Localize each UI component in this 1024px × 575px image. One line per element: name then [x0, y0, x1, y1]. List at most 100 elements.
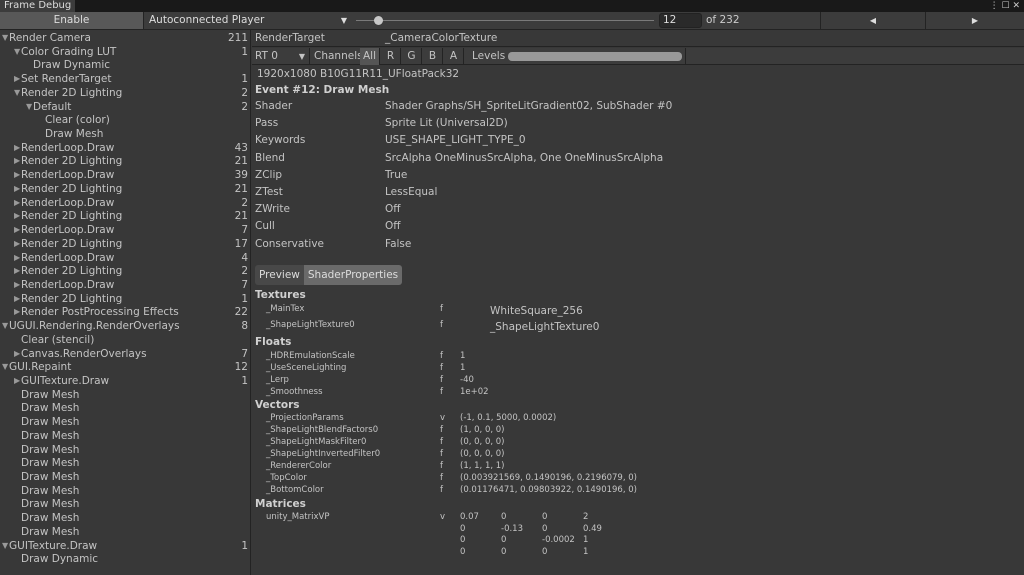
tree-item-count: 1	[241, 375, 248, 387]
tree-item-label: Draw Dynamic	[33, 59, 111, 72]
title-bar: Frame Debug ⋮ ☐ ✕	[0, 0, 1024, 12]
expanded-arrow-icon[interactable]: ▼	[26, 100, 32, 114]
tree-item[interactable]: ▼ Render 2D Lighting 2	[0, 86, 251, 100]
collapsed-arrow-icon[interactable]: ▶	[14, 374, 20, 388]
collapsed-arrow-icon[interactable]: ▶	[14, 141, 20, 155]
expanded-arrow-icon[interactable]: ▼	[14, 86, 20, 100]
channel-b[interactable]: B	[423, 48, 443, 65]
collapsed-arrow-icon[interactable]: ▶	[14, 278, 20, 292]
collapsed-arrow-icon[interactable]: ▶	[14, 154, 20, 168]
shader-prop-type: f	[440, 485, 443, 495]
event-slider[interactable]	[356, 20, 654, 21]
tree-item[interactable]: ▶ Render 2D Lighting 21	[0, 209, 251, 223]
tree-item[interactable]: Clear (color)	[0, 113, 251, 127]
tree-item[interactable]: ▶ Render 2D Lighting 17	[0, 237, 251, 251]
channel-g[interactable]: G	[402, 48, 422, 65]
window-tab[interactable]: Frame Debug	[0, 0, 76, 12]
tree-item[interactable]: ▶ RenderLoop.Draw 2	[0, 196, 251, 210]
levels-slider[interactable]	[508, 52, 682, 61]
collapsed-arrow-icon[interactable]: ▶	[14, 196, 20, 210]
tree-item[interactable]: ▶ RenderLoop.Draw 43	[0, 141, 251, 155]
shader-prop-value: (0.003921569, 0.1490196, 0.2196079, 0)	[460, 473, 637, 483]
event-title: Event #12: Draw Mesh	[255, 84, 390, 96]
prev-event-button[interactable]: ◀	[820, 12, 925, 29]
tree-item[interactable]: Draw Mesh	[0, 497, 251, 511]
collapsed-arrow-icon[interactable]: ▶	[14, 305, 20, 319]
collapsed-arrow-icon[interactable]: ▶	[14, 292, 20, 306]
tree-item[interactable]: Draw Mesh	[0, 484, 251, 498]
tree-item[interactable]: ▼ Color Grading LUT 1	[0, 45, 251, 59]
collapsed-arrow-icon[interactable]: ▶	[14, 237, 20, 251]
tree-item-count: 21	[234, 182, 248, 195]
tree-item[interactable]: ▶ Canvas.RenderOverlays 7	[0, 347, 251, 361]
property-value: False	[385, 237, 412, 250]
player-dropdown[interactable]: Autoconnected Player ▼	[146, 12, 350, 29]
property-value: SrcAlpha OneMinusSrcAlpha, One OneMinusS…	[385, 151, 664, 164]
shader-prop-name: _Smoothness	[266, 387, 323, 397]
tree-item[interactable]: Draw Mesh	[0, 429, 251, 443]
slider-knob[interactable]	[373, 16, 383, 25]
tree-item[interactable]: Draw Mesh	[0, 388, 251, 402]
tree-item-count: 12	[234, 361, 248, 374]
tree-item[interactable]: Draw Mesh	[0, 127, 251, 141]
tree-item[interactable]: Draw Mesh	[0, 511, 251, 525]
tree-item[interactable]: ▶ RenderLoop.Draw 39	[0, 168, 251, 182]
expanded-arrow-icon[interactable]: ▼	[2, 319, 8, 333]
collapsed-arrow-icon[interactable]: ▶	[14, 264, 20, 278]
next-event-button[interactable]: ▶	[925, 12, 1024, 29]
event-index-input[interactable]: 12	[659, 13, 702, 28]
channel-r[interactable]: R	[381, 48, 401, 65]
shader-prop-value: (1, 1, 1, 1)	[460, 461, 505, 471]
tree-item[interactable]: ▶ Set RenderTarget 1	[0, 72, 251, 86]
collapsed-arrow-icon[interactable]: ▶	[14, 251, 20, 265]
channel-a[interactable]: A	[444, 48, 464, 65]
collapsed-arrow-icon[interactable]: ▶	[14, 72, 20, 86]
tree-item[interactable]: ▶ RenderLoop.Draw 4	[0, 251, 251, 265]
tree-item[interactable]: ▶ Render 2D Lighting 2	[0, 264, 251, 278]
enable-button[interactable]: Enable	[0, 12, 144, 29]
tree-item[interactable]: ▼ Render Camera 211	[0, 31, 251, 45]
tree-item-count: 2	[241, 265, 248, 278]
collapsed-arrow-icon[interactable]: ▶	[14, 223, 20, 237]
tree-item[interactable]: ▼ Default 2	[0, 100, 251, 114]
tree-item[interactable]: ▶ Render 2D Lighting 1	[0, 292, 251, 306]
tree-item[interactable]: ▶ Render 2D Lighting 21	[0, 154, 251, 168]
tree-item-count: 43	[234, 141, 248, 154]
shader-prop-type: f	[440, 449, 443, 459]
shader-prop-name: _BottomColor	[266, 485, 324, 495]
channel-all[interactable]: All	[360, 48, 380, 65]
collapsed-arrow-icon[interactable]: ▶	[14, 209, 20, 223]
tree-item-label: Render 2D Lighting	[21, 265, 123, 278]
tree-item[interactable]: ▶ Render PostProcessing Effects 22	[0, 305, 251, 319]
collapsed-arrow-icon[interactable]: ▶	[14, 347, 20, 361]
tree-item[interactable]: Draw Dynamic	[0, 58, 251, 72]
rt-dropdown[interactable]: RT 0 ▼	[252, 48, 310, 65]
tree-item[interactable]: Draw Mesh	[0, 401, 251, 415]
tree-item[interactable]: Draw Mesh	[0, 470, 251, 484]
tree-item[interactable]: ▶ RenderLoop.Draw 7	[0, 278, 251, 292]
tree-item[interactable]: ▼ GUITexture.Draw 1	[0, 539, 251, 553]
tree-item[interactable]: ▼ UGUI.Rendering.RenderOverlays 8	[0, 319, 251, 333]
expanded-arrow-icon[interactable]: ▼	[2, 539, 8, 553]
event-tree[interactable]: ▼ Render Camera 211 ▼ Color Grading LUT 1 Draw…	[0, 30, 251, 575]
shader-prop-type: f	[440, 363, 443, 373]
tree-item[interactable]: ▶ GUITexture.Draw 1	[0, 374, 251, 388]
tree-item[interactable]: Draw Mesh	[0, 443, 251, 457]
tree-item[interactable]: ▶ RenderLoop.Draw 7	[0, 223, 251, 237]
collapsed-arrow-icon[interactable]: ▶	[14, 168, 20, 182]
expanded-arrow-icon[interactable]: ▼	[2, 31, 8, 45]
tree-item[interactable]: Draw Mesh	[0, 415, 251, 429]
tree-item[interactable]: ▶ Render 2D Lighting 21	[0, 182, 251, 196]
tree-item[interactable]: Draw Mesh	[0, 456, 251, 470]
tab-preview[interactable]: Preview	[255, 265, 304, 285]
tree-item-label: Draw Mesh	[21, 484, 80, 497]
expanded-arrow-icon[interactable]: ▼	[2, 360, 8, 374]
collapsed-arrow-icon[interactable]: ▶	[14, 182, 20, 196]
expanded-arrow-icon[interactable]: ▼	[14, 45, 20, 59]
tree-item[interactable]: ▼ GUI.Repaint 12	[0, 360, 251, 374]
tree-item[interactable]: Clear (stencil)	[0, 333, 251, 347]
tree-item[interactable]: Draw Mesh	[0, 525, 251, 539]
tab-shader-properties[interactable]: ShaderProperties	[303, 265, 403, 285]
tree-item[interactable]: Draw Dynamic	[0, 552, 251, 566]
window-menu-icons[interactable]: ⋮ ☐ ✕	[990, 0, 1020, 12]
